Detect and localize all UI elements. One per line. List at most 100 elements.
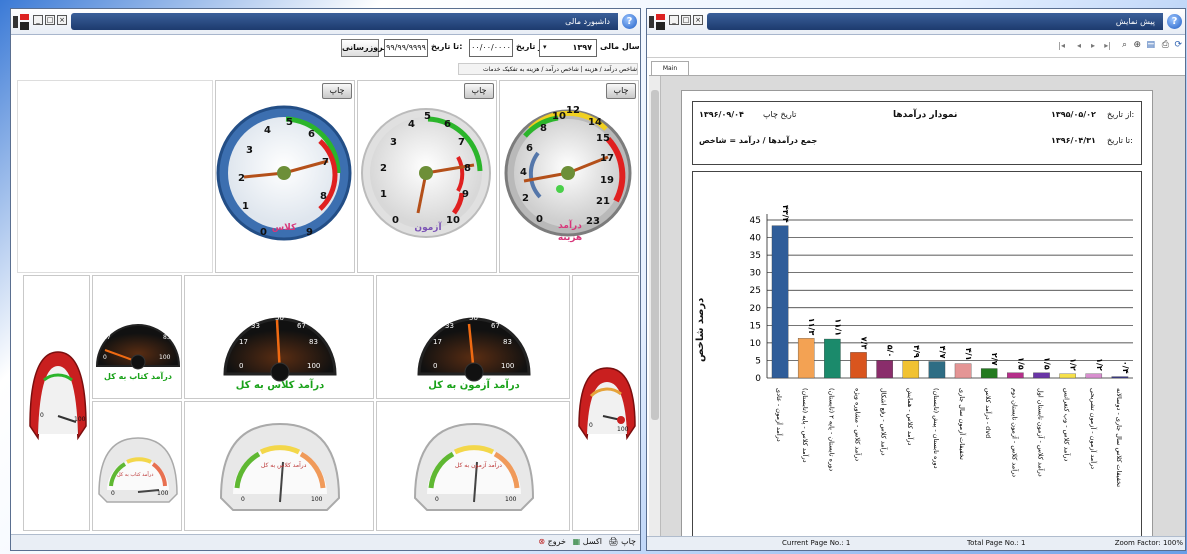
exit-status-button[interactable]: ⊗ خروج [538, 537, 566, 546]
dark-gauge1-tick: 33 [445, 322, 454, 330]
bar [797, 338, 815, 379]
dashboard-window: داشبورد مالی ? _ □ × بروزرسانی ۹۹/۹۹/۹۹۹… [10, 8, 641, 551]
gauge2-tick: 5 [424, 111, 431, 122]
close-button[interactable]: × [693, 15, 703, 25]
y-tick-label: 25 [750, 286, 761, 296]
maximize-button[interactable]: □ [45, 15, 55, 25]
to-date-label: تا تاریخ: [1107, 136, 1133, 145]
gauge3-tick: 5 [286, 117, 293, 128]
gauge3-tick: 7 [322, 157, 329, 168]
report-page: ۱۳۹۶/۰۹/۰۴ تاریخ چاپ نمودار درآمدها ۱۳۹۵… [681, 90, 1153, 550]
bar [954, 363, 972, 379]
category-label: تخفیفات کلاس سال جاری - دوسالانه [1115, 388, 1123, 487]
bar [980, 368, 998, 379]
excel-status-button[interactable]: ▦ اکسل [573, 537, 602, 546]
gauge3-tick: 9 [306, 227, 313, 238]
category-label: درآمد کلاس - رفع اشکال [880, 388, 889, 456]
gauge1-tick: 10 [552, 111, 566, 122]
value-label: ۴/۱ [964, 348, 973, 361]
value-label: ۱۱/۳ [807, 318, 816, 336]
gauge2-tick: 3 [390, 137, 397, 148]
first-page-icon[interactable]: |◂ [1058, 41, 1065, 50]
zoom-icon[interactable]: ⊕ [1133, 40, 1141, 50]
refresh-icon[interactable]: ⟳ [1174, 40, 1182, 50]
app-logo-icon [13, 14, 31, 31]
category-label: درآمد کلاس - همایش [906, 388, 915, 446]
bar [824, 338, 841, 379]
search-icon[interactable]: ⌕ [1122, 40, 1127, 50]
y-tick-label: 30 [750, 269, 762, 279]
light-gauge2-tick: 0 [241, 496, 245, 503]
gauge3-tick: 1 [242, 201, 249, 212]
prev-page-icon[interactable]: ◂ [1077, 41, 1081, 50]
help-icon[interactable]: ? [1167, 14, 1182, 29]
gauge2-tick: 8 [464, 163, 471, 174]
gauge2-tick: 1 [380, 189, 387, 200]
chevron-down-icon[interactable]: ▾ [543, 43, 547, 51]
light-gauge2-tick: 100 [311, 496, 323, 503]
scrollbar-thumb[interactable] [651, 90, 659, 420]
preview-statusbar: Current Page No.: 1 Total Page No.: 1 Zo… [647, 536, 1185, 550]
side-gauge-tick: 100 [617, 426, 629, 433]
dark-gauge2-tick: 0 [239, 362, 244, 370]
category-label: درآمد کلاس - وب کنفرانس [1063, 388, 1072, 461]
light-gauge1-tick: 100 [505, 496, 517, 503]
update-button[interactable]: بروزرسانی [341, 39, 386, 57]
value-label: ۰/۴ [1121, 361, 1130, 374]
print-icon[interactable]: ⎙ [1162, 40, 1169, 50]
bar [1085, 373, 1103, 379]
gauge1-tick: 12 [566, 105, 580, 116]
value-label: ۴/۷ [938, 346, 947, 359]
gauge2-tick: 7 [458, 137, 465, 148]
from-date-value: ۱۳۹۵/۰۵/۰۲ [1051, 110, 1096, 119]
category-label: دوره تابستان - پایه ۲ (تابستان) [827, 388, 835, 471]
print-status-button[interactable]: 🖨 چاپ [608, 537, 636, 546]
main-report-tab[interactable]: Main Report [651, 61, 689, 85]
export-icon[interactable]: ▤ [1146, 40, 1155, 50]
fiscal-year-label: سال مالی [600, 42, 640, 51]
category-label: درآمد کلاس - dvd [984, 388, 993, 438]
close-button[interactable]: × [57, 15, 67, 25]
fiscal-year-select[interactable]: ▾ ۱۳۹۷ [539, 39, 597, 57]
dark-gauge-panel-book: 0 17 33 50 67 83 100 درآمد کتاب به کل [92, 275, 182, 399]
gauge1-label: درآمد [558, 221, 582, 231]
gauge1-tick: 6 [526, 143, 533, 154]
dark-gauge1-tick: 67 [491, 322, 500, 330]
gauge2-tick: 4 [408, 119, 415, 130]
gauge3-label: کلاس [271, 223, 297, 233]
minimize-button[interactable]: _ [669, 15, 679, 25]
dark-gauge3-label: درآمد کتاب به کل [104, 372, 172, 381]
preview-titlebar: پیش نمایش ? _ □ × [647, 9, 1185, 35]
breadcrumb[interactable]: شاخص درآمد / هزینه | شاخص درآمد / هزینه … [458, 63, 638, 75]
minimize-button[interactable]: _ [33, 15, 43, 25]
light-gauge3-tick: 100 [157, 490, 169, 497]
bar [876, 360, 893, 379]
from-date-field[interactable]: ۰۰/۰۰/۰۰۰۰ [469, 39, 513, 57]
bar [902, 360, 920, 379]
bar [1059, 373, 1076, 379]
dark-gauge2-tick: 67 [297, 322, 306, 330]
gauge2-tick: 0 [392, 215, 399, 226]
next-page-icon[interactable]: ▸ [1091, 41, 1095, 50]
category-label: دوره تابستان - پیش (تابستان) [932, 388, 940, 469]
light-gauge2-label: درآمد کلاس به کل [261, 462, 307, 469]
gauge1-tick: 14 [588, 117, 602, 128]
light-gauge-panel-class: درآمد کلاس به کل 0 100 [184, 401, 374, 531]
maximize-button[interactable]: □ [681, 15, 691, 25]
gauge-panel-exam: چاپ 0 1 2 3 4 5 6 7 8 9 10 آزمون [357, 80, 497, 273]
value-label: ۱۱/۱ [833, 318, 842, 336]
vertical-scrollbar[interactable] [649, 76, 661, 537]
category-label: تخفیفات آزمون سال جاری [958, 388, 967, 460]
bar [850, 352, 867, 379]
current-page-status: Current Page No.: 1 [782, 539, 851, 547]
light-gauge1-label: درآمد آزمون به کل [455, 462, 502, 469]
dark-gauge2-tick: 33 [251, 322, 260, 330]
exit-icon: ⊗ [538, 537, 546, 546]
app-logo-icon [649, 14, 667, 31]
help-icon[interactable]: ? [622, 14, 637, 29]
category-label: درآمد آزمون - عادی [775, 388, 784, 442]
side-gauge-panel-left: 0 100 [23, 275, 90, 531]
last-page-icon[interactable]: ▸| [1104, 41, 1111, 50]
gauge1-tick: 19 [600, 175, 614, 186]
to-date-field[interactable]: ۹۹/۹۹/۹۹۹۹ [384, 39, 428, 57]
